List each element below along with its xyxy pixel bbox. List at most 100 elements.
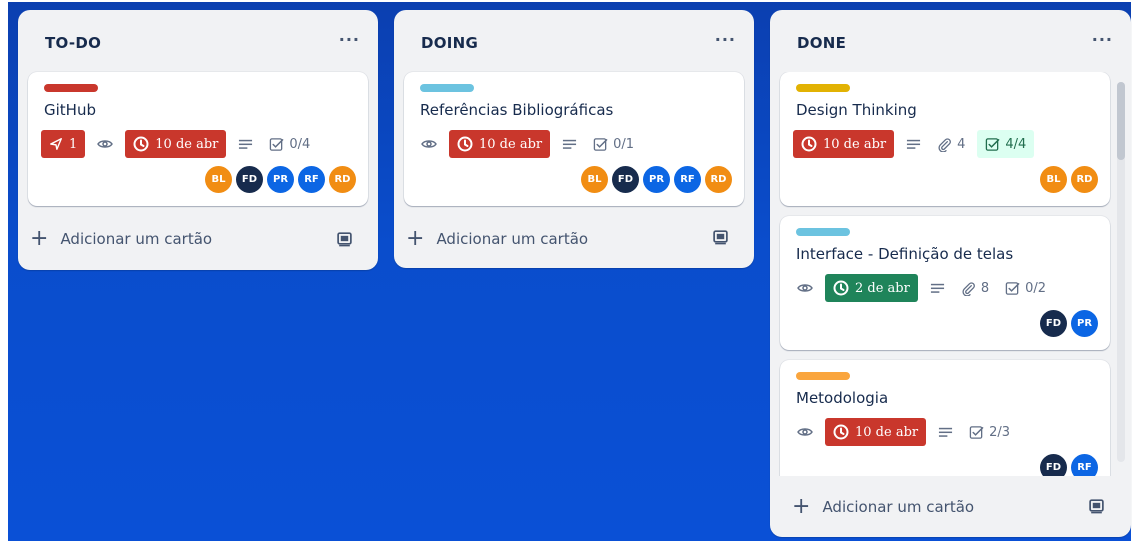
checklist-badge: 0/2 (1001, 281, 1050, 296)
card-badges: 2 de abr 8 0/2 (793, 273, 1050, 303)
checklist-count: 2/3 (989, 424, 1011, 440)
watch-badge (793, 424, 817, 440)
add-card-label: Adicionar um cartão (436, 230, 589, 248)
add-card-button[interactable]: + Adicionar um cartão (792, 496, 974, 518)
list-header[interactable]: DONE ··· (770, 10, 1131, 74)
list-header[interactable]: TO-DO ··· (18, 10, 378, 74)
description-icon (562, 137, 577, 152)
list-title[interactable]: TO-DO (45, 34, 101, 52)
list-doing: DOING ··· Referências Bibliográficas 10 … (394, 10, 754, 268)
card-members: BL FD PR RF RD (581, 166, 732, 193)
description-badge (234, 137, 257, 152)
avatar[interactable]: RD (705, 166, 732, 193)
clock-icon (133, 136, 149, 152)
card-members: BL FD PR RF RD (205, 166, 356, 193)
plus-icon: + (792, 494, 811, 519)
clock-icon (833, 280, 849, 296)
avatar[interactable]: RD (329, 166, 356, 193)
due-date-badge[interactable]: 2 de abr (825, 274, 918, 302)
avatar[interactable]: PR (1071, 310, 1098, 337)
description-badge (902, 137, 925, 152)
description-badge (558, 137, 581, 152)
pin-icon (49, 137, 63, 151)
checklist-count: 4/4 (1005, 136, 1027, 152)
avatar[interactable]: PR (267, 166, 294, 193)
clock-icon (801, 136, 817, 152)
add-card-label: Adicionar um cartão (822, 498, 975, 516)
checklist-count: 0/2 (1025, 280, 1047, 296)
card-label[interactable] (796, 372, 850, 380)
card-design-thinking[interactable]: Design Thinking 10 de abr 4 4/4 BL RD (780, 72, 1110, 206)
eye-icon (797, 424, 813, 440)
card-template-icon[interactable] (1088, 497, 1105, 518)
card-referencias[interactable]: Referências Bibliográficas 10 de abr 0/1… (404, 72, 744, 206)
plus-icon: + (30, 226, 49, 251)
due-date: 2 de abr (855, 280, 910, 296)
card-title: GitHub (44, 101, 96, 119)
checklist-badge: 4/4 (977, 130, 1035, 158)
watch-badge (793, 280, 817, 296)
avatar[interactable]: FD (612, 166, 639, 193)
plus-icon: + (406, 226, 425, 251)
paperclip-icon (961, 281, 976, 296)
due-date-badge[interactable]: 10 de abr (125, 130, 227, 158)
card-title: Referências Bibliográficas (420, 101, 614, 119)
list-menu-button[interactable]: ··· (1092, 30, 1113, 49)
eye-icon (97, 136, 113, 152)
card-template-icon[interactable] (712, 228, 729, 249)
due-date-badge[interactable]: 10 de abr (825, 418, 927, 446)
description-icon (906, 137, 921, 152)
card-label[interactable] (420, 84, 474, 92)
card-interface[interactable]: Interface - Definição de telas 2 de abr … (780, 216, 1110, 350)
checklist-icon (593, 137, 608, 152)
checklist-badge: 2/3 (965, 425, 1014, 440)
list-menu-button[interactable]: ··· (715, 30, 736, 49)
description-badge (934, 425, 957, 440)
avatar[interactable]: FD (1040, 310, 1067, 337)
checklist-icon (1005, 281, 1020, 296)
card-badges: 10 de abr 4 4/4 (793, 129, 1035, 159)
avatar[interactable]: RF (1071, 454, 1098, 476)
card-github[interactable]: GitHub 1 10 de abr 0/4 BL FD PR RF RD (28, 72, 368, 206)
description-icon (930, 281, 945, 296)
card-metodologia[interactable]: Metodologia 10 de abr 2/3 FD RF (780, 360, 1110, 476)
list-menu-button[interactable]: ··· (339, 30, 360, 49)
avatar[interactable]: FD (1040, 454, 1067, 476)
list-title[interactable]: DOING (421, 34, 478, 52)
avatar[interactable]: RF (298, 166, 325, 193)
avatar[interactable]: BL (581, 166, 608, 193)
card-members: FD RF (1040, 454, 1098, 476)
card-title: Metodologia (796, 389, 889, 407)
avatar[interactable]: FD (236, 166, 263, 193)
due-date-badge[interactable]: 10 de abr (793, 130, 895, 158)
eye-icon (797, 280, 813, 296)
list-done: DONE ··· Design Thinking 10 de abr 4 4/4… (770, 10, 1131, 537)
add-card-button[interactable]: + Adicionar um cartão (30, 228, 212, 250)
list-todo: TO-DO ··· GitHub 1 10 de abr 0/4 BL FD P… (18, 10, 378, 270)
card-label[interactable] (796, 84, 850, 92)
card-template-icon[interactable] (336, 230, 353, 251)
pin-count: 1 (69, 136, 78, 152)
avatar[interactable]: RF (674, 166, 701, 193)
add-card-button[interactable]: + Adicionar um cartão (406, 228, 588, 250)
card-badges: 1 10 de abr 0/4 (41, 129, 314, 159)
list-header[interactable]: DOING ··· (394, 10, 754, 74)
pin-badge[interactable]: 1 (41, 130, 86, 158)
checklist-count: 0/1 (613, 136, 635, 152)
eye-icon (421, 136, 437, 152)
description-icon (938, 425, 953, 440)
paperclip-icon (937, 137, 952, 152)
due-date-badge[interactable]: 10 de abr (449, 130, 551, 158)
avatar[interactable]: BL (1040, 166, 1067, 193)
checklist-icon (969, 425, 984, 440)
list-title[interactable]: DONE (797, 34, 846, 52)
avatar[interactable]: BL (205, 166, 232, 193)
attachments-count: 8 (980, 280, 990, 296)
avatar[interactable]: PR (643, 166, 670, 193)
avatar[interactable]: RD (1071, 166, 1098, 193)
due-date: 10 de abr (823, 136, 887, 152)
card-title: Design Thinking (796, 101, 917, 119)
card-label[interactable] (44, 84, 98, 92)
card-label[interactable] (796, 228, 850, 236)
attachments-badge: 8 (957, 281, 993, 296)
